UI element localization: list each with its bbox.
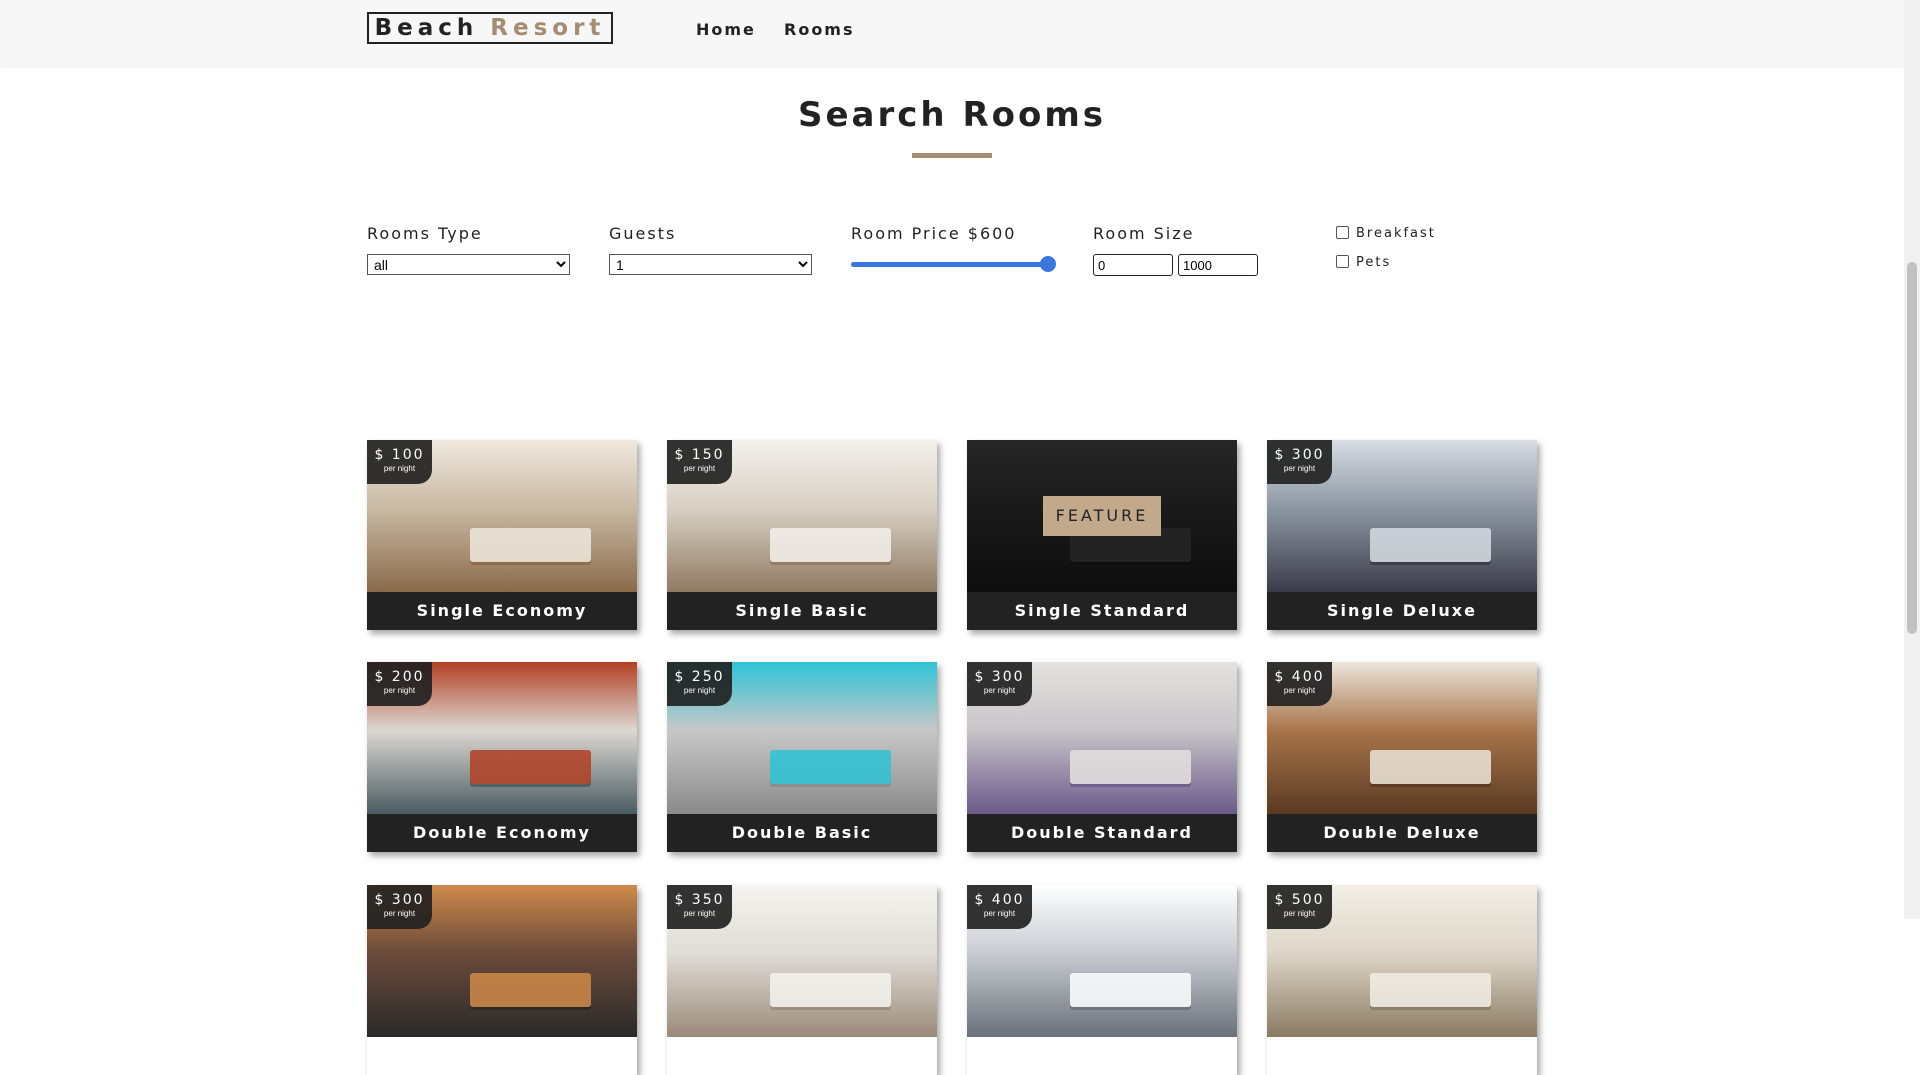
- nav-link-home[interactable]: Home: [696, 20, 756, 39]
- room-price-slider[interactable]: [851, 256, 1056, 272]
- room-price-label: Room Price $600: [851, 224, 1017, 243]
- price-badge: $ 150 per night: [667, 440, 732, 484]
- price-badge: $ 350 per night: [667, 885, 732, 929]
- brand-part-2: Resort: [490, 15, 606, 41]
- room-name: Single Basic: [667, 592, 937, 630]
- room-card-double-deluxe[interactable]: $ 400 per night Double Deluxe: [1267, 662, 1537, 852]
- room-card-room-12[interactable]: $ 500 per night: [1267, 885, 1537, 1075]
- price-badge: $ 400 per night: [967, 885, 1032, 929]
- room-size-max-input[interactable]: [1178, 254, 1258, 276]
- price-amount: $ 400: [1274, 669, 1325, 685]
- rooms-type-label: Rooms Type: [367, 224, 483, 243]
- price-badge: $ 300 per night: [967, 662, 1032, 706]
- breakfast-label: Breakfast: [1356, 226, 1436, 241]
- room-name: Double Standard: [967, 814, 1237, 852]
- price-per-night: per night: [683, 686, 716, 695]
- guests-label: Guests: [609, 224, 677, 243]
- room-size-label: Room Size: [1093, 224, 1195, 243]
- room-card-double-standard[interactable]: $ 300 per night Double Standard: [967, 662, 1237, 852]
- room-card-room-11[interactable]: $ 400 per night: [967, 885, 1237, 1075]
- title-underline: [912, 153, 992, 158]
- room-size-min-input[interactable]: [1093, 254, 1173, 276]
- guests-select[interactable]: 1: [609, 254, 812, 275]
- scrollbar-thumb[interactable]: [1907, 262, 1917, 634]
- price-badge: $ 100 per night: [367, 440, 432, 484]
- price-per-night: per night: [1283, 686, 1316, 695]
- price-per-night: per night: [383, 464, 416, 473]
- slider-track: [851, 262, 1054, 267]
- price-amount: $ 150: [674, 447, 725, 463]
- price-per-night: per night: [983, 909, 1016, 918]
- navbar: Beach Resort Home Rooms: [0, 0, 1904, 66]
- room-card-room-10[interactable]: $ 350 per night: [667, 885, 937, 1075]
- room-name: Double Deluxe: [1267, 814, 1537, 852]
- price-per-night: per night: [983, 686, 1016, 695]
- price-badge: $ 200 per night: [367, 662, 432, 706]
- price-badge: $ 300 per night: [1267, 440, 1332, 484]
- price-amount: $ 100: [374, 447, 425, 463]
- room-card-room-9[interactable]: $ 300 per night: [367, 885, 637, 1075]
- price-amount: $ 250: [674, 669, 725, 685]
- page-title: Search Rooms: [797, 95, 1107, 135]
- price-per-night: per night: [683, 909, 716, 918]
- room-card-double-basic[interactable]: $ 250 per night Double Basic: [667, 662, 937, 852]
- slider-thumb[interactable]: [1040, 256, 1056, 272]
- pets-label: Pets: [1356, 255, 1392, 270]
- room-name: Single Deluxe: [1267, 592, 1537, 630]
- price-per-night: per night: [1283, 464, 1316, 473]
- price-per-night: per night: [683, 464, 716, 473]
- price-badge: $ 400 per night: [1267, 662, 1332, 706]
- price-amount: $ 350: [674, 892, 725, 908]
- price-per-night: per night: [383, 686, 416, 695]
- price-amount: $ 500: [1274, 892, 1325, 908]
- room-card-single-economy[interactable]: $ 100 per night Single Economy: [367, 440, 637, 630]
- feature-button[interactable]: FEATURE: [1043, 496, 1161, 536]
- brand-logo[interactable]: Beach Resort: [367, 12, 613, 44]
- room-card-single-standard[interactable]: FEATURE Single Standard: [967, 440, 1237, 630]
- room-name: Double Basic: [667, 814, 937, 852]
- room-name: Single Standard: [967, 592, 1237, 630]
- room-card-double-economy[interactable]: $ 200 per night Double Economy: [367, 662, 637, 852]
- price-amount: $ 300: [974, 669, 1025, 685]
- price-amount: $ 200: [374, 669, 425, 685]
- room-name: Single Economy: [367, 592, 637, 630]
- price-badge: $ 300 per night: [367, 885, 432, 929]
- price-amount: $ 300: [1274, 447, 1325, 463]
- nav-link-rooms[interactable]: Rooms: [784, 20, 855, 39]
- room-card-single-deluxe[interactable]: $ 300 per night Single Deluxe: [1267, 440, 1537, 630]
- price-per-night: per night: [383, 909, 416, 918]
- pets-checkbox[interactable]: [1336, 255, 1349, 268]
- brand-part-1: Beach: [374, 15, 479, 41]
- breakfast-checkbox[interactable]: [1336, 226, 1349, 239]
- room-name: Double Economy: [367, 814, 637, 852]
- price-badge: $ 250 per night: [667, 662, 732, 706]
- price-per-night: per night: [1283, 909, 1316, 918]
- price-amount: $ 300: [374, 892, 425, 908]
- price-amount: $ 400: [974, 892, 1025, 908]
- room-card-single-basic[interactable]: $ 150 per night Single Basic: [667, 440, 937, 630]
- rooms-type-select[interactable]: all: [367, 254, 570, 275]
- price-badge: $ 500 per night: [1267, 885, 1332, 929]
